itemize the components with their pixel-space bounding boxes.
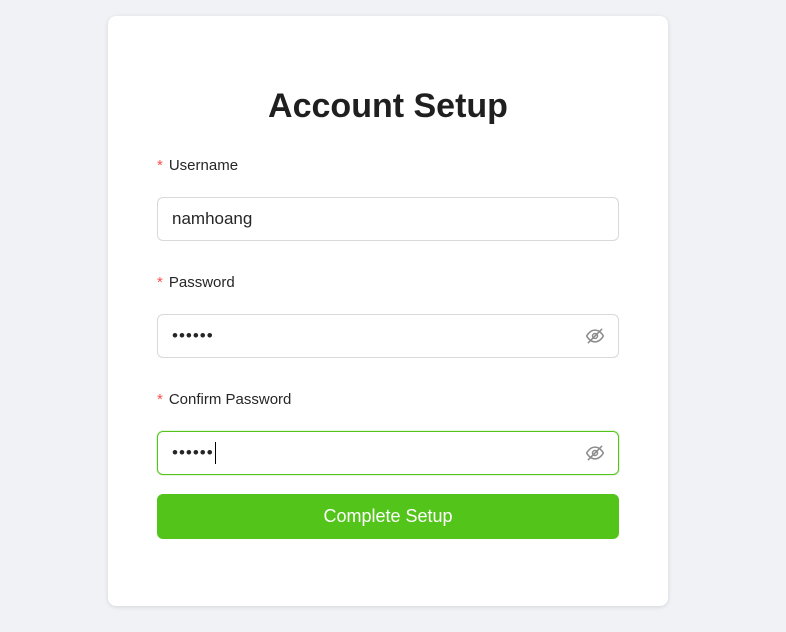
username-label-text: Username — [168, 157, 239, 174]
password-label-text: Password — [168, 274, 235, 291]
username-input[interactable] — [172, 198, 606, 240]
password-label: * Password — [157, 273, 235, 293]
page-title: Account Setup — [268, 87, 508, 125]
password-input[interactable]: •••••• — [172, 326, 214, 346]
confirm-password-label: * Confirm Password — [157, 390, 291, 410]
confirm-password-field[interactable]: •••••• — [157, 431, 619, 475]
confirm-password-input[interactable]: •••••• — [172, 443, 214, 463]
required-mark: * — [157, 157, 163, 174]
password-field[interactable]: •••••• — [157, 314, 619, 358]
username-field[interactable] — [157, 197, 619, 241]
eye-slash-icon[interactable] — [584, 325, 606, 347]
complete-setup-button[interactable]: Complete Setup — [157, 494, 619, 539]
eye-slash-icon[interactable] — [584, 442, 606, 464]
text-caret — [214, 442, 216, 464]
required-mark: * — [157, 391, 163, 408]
required-mark: * — [157, 274, 163, 291]
account-setup-card: Account Setup * Username * Password ••••••… — [108, 16, 668, 606]
username-label: * Username — [157, 156, 238, 176]
confirm-password-label-text: Confirm Password — [168, 391, 292, 408]
